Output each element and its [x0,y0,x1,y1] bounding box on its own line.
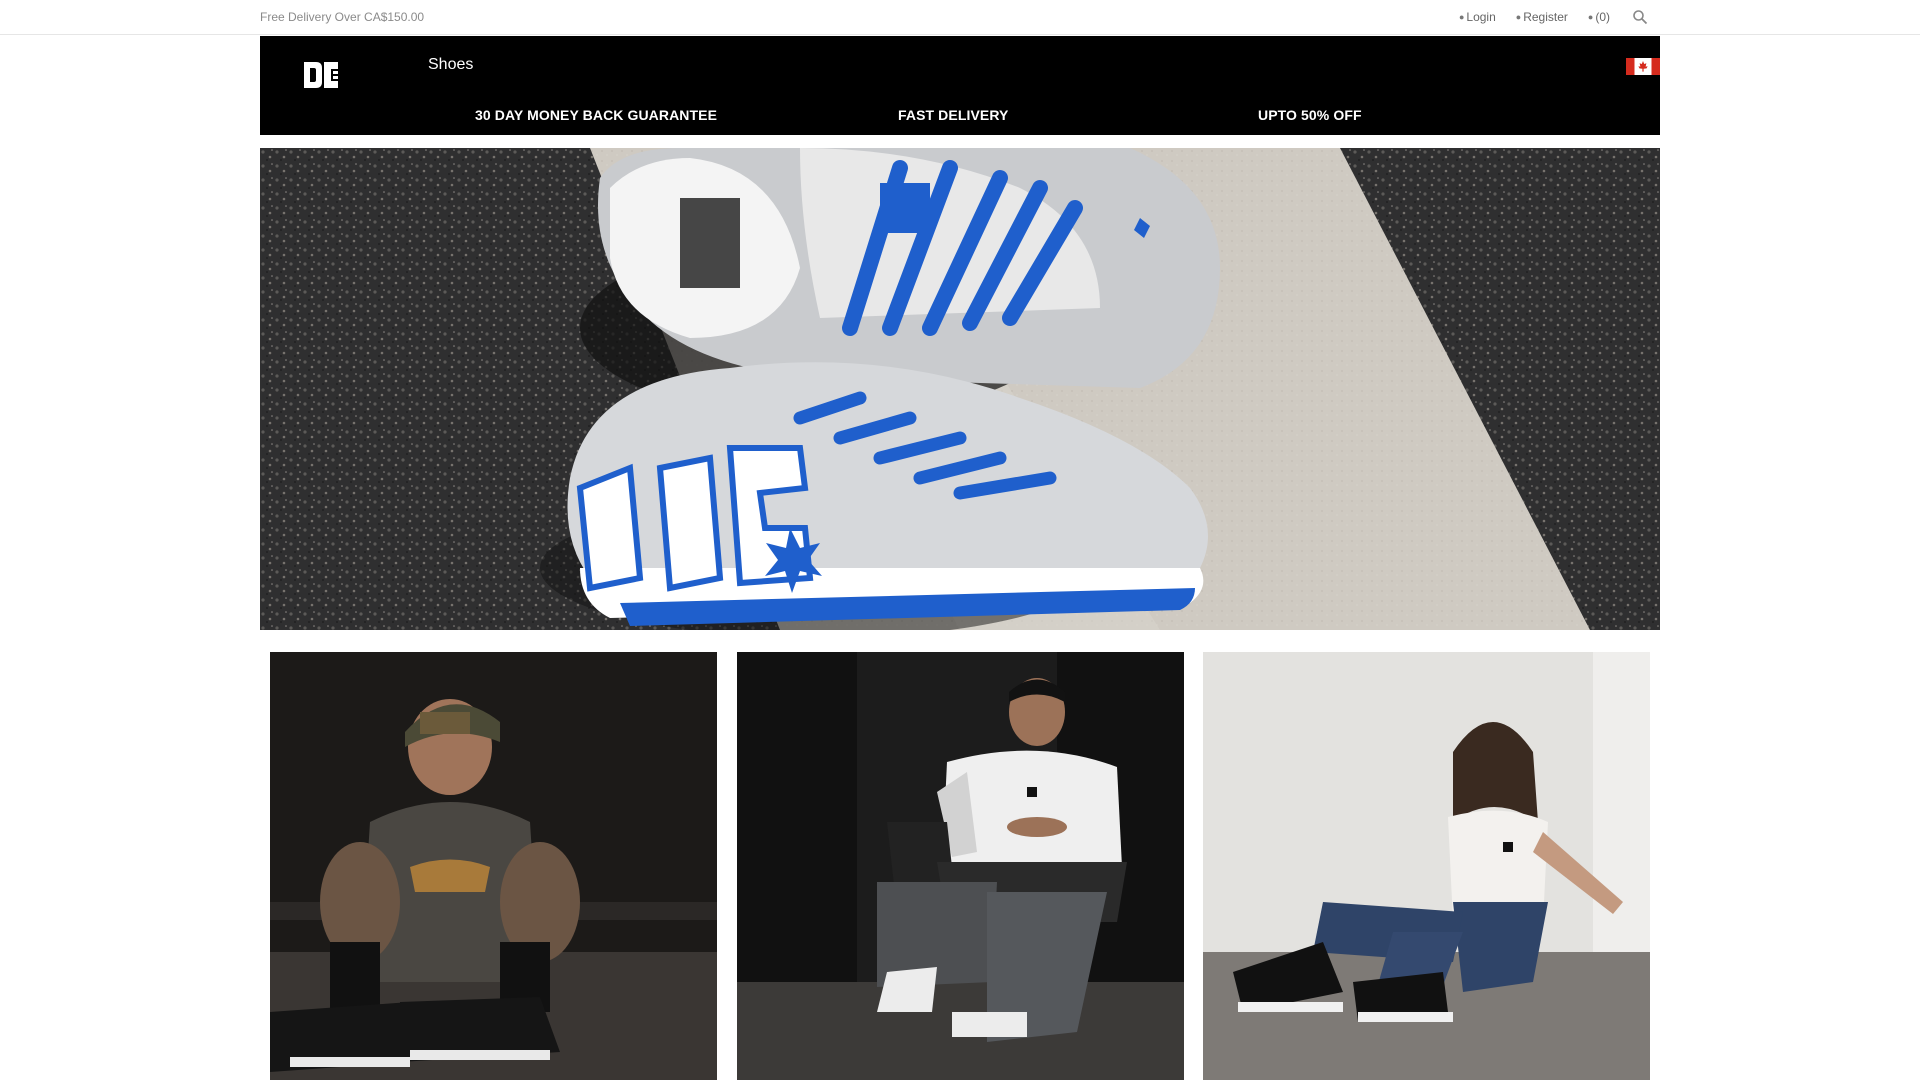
kid-model-image [270,652,717,1080]
mens-model-image [737,652,1184,1080]
login-label: Login [1466,10,1496,24]
cart-link[interactable]: ● (0) [1588,10,1610,24]
benefit-fast-delivery: FAST DELIVERY [898,107,1009,123]
category-tile-womens[interactable] [1203,652,1650,1080]
cart-icon: ● [1587,12,1594,22]
dc-logo[interactable] [302,58,340,92]
register-label: Register [1523,10,1568,24]
user-icon: ● [1458,12,1465,22]
category-tile-kids[interactable] [270,652,717,1080]
canada-flag-icon[interactable] [1626,58,1660,75]
benefit-money-back: 30 DAY MONEY BACK GUARANTEE [475,107,718,123]
hero-banner[interactable] [260,148,1660,630]
nav-shoes[interactable]: Shoes [428,56,473,74]
account-links: ● Login ● Register ● (0) [1439,9,1648,25]
category-tile-mens[interactable] [737,652,1184,1080]
search-icon[interactable] [1632,9,1648,25]
cart-count: (0) [1595,10,1610,24]
free-delivery-promo: Free Delivery Over CA$150.00 [260,10,425,24]
benefit-upto-50-off: UPTO 50% OFF [1258,107,1362,123]
hero-shoe-image [260,148,1660,630]
login-link[interactable]: ● Login [1459,10,1496,24]
register-icon: ● [1515,12,1522,22]
register-link[interactable]: ● Register [1516,10,1568,24]
womens-model-image [1203,652,1650,1080]
top-bar: Free Delivery Over CA$150.00 ● Login ● R… [0,0,1920,35]
site-header: Shoes 30 DAY MONEY BACK GUARANTEE FAST D… [260,36,1660,135]
